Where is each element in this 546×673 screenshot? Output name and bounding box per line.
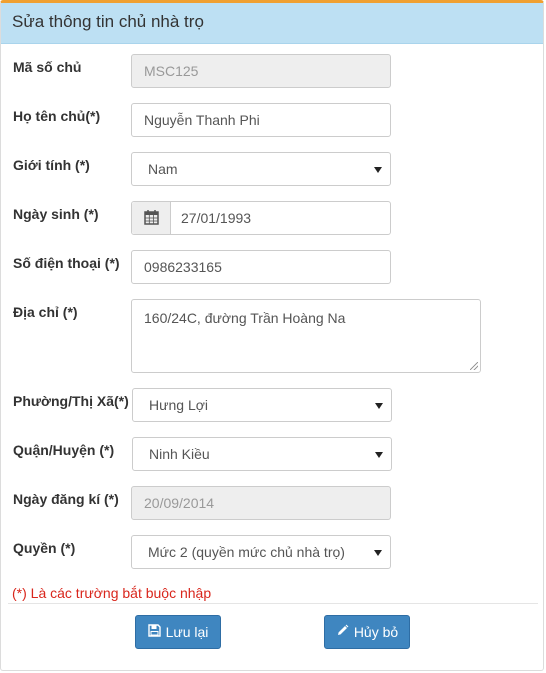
phone-field[interactable]: 0986233165 (131, 250, 391, 284)
chevron-down-icon (375, 452, 383, 458)
gender-label: Giới tính (*) (13, 157, 90, 173)
role-label: Quyền (*) (13, 540, 76, 556)
birth-date-value: 27/01/1993 (181, 210, 252, 226)
district-value: Ninh Kiều (149, 446, 210, 462)
role-value: Mức 2 (quyền mức chủ nhà trọ) (148, 544, 345, 560)
floppy-disk-icon (147, 624, 161, 640)
ward-label: Phường/Thị Xã(*) (13, 393, 129, 409)
resize-handle-icon[interactable] (470, 362, 478, 370)
register-date-value: 20/09/2014 (144, 495, 215, 511)
cancel-button[interactable]: Hủy bỏ (324, 615, 410, 649)
footer-divider (8, 603, 538, 604)
ward-value: Hưng Lợi (149, 397, 209, 413)
birth-date-field[interactable]: 27/01/1993 (131, 201, 391, 235)
required-fields-note: (*) Là các trường bắt buộc nhập (12, 585, 212, 601)
role-select[interactable]: Mức 2 (quyền mức chủ nhà trọ) (131, 535, 391, 569)
calendar-icon[interactable] (132, 202, 171, 234)
register-date-field: 20/09/2014 (131, 486, 391, 520)
full-name-value: Nguyễn Thanh Phi (144, 112, 260, 128)
district-label: Quận/Huyện (*) (13, 442, 115, 458)
save-button[interactable]: Lưu lại (135, 615, 221, 649)
panel-heading: Sửa thông tin chủ nhà trọ (1, 3, 543, 44)
full-name-label: Họ tên chủ(*) (13, 108, 101, 124)
phone-label: Số điện thoại (*) (13, 255, 120, 271)
birth-date-label: Ngày sinh (*) (13, 206, 99, 222)
owner-id-value: MSC125 (144, 63, 199, 79)
gender-value: Nam (148, 161, 178, 177)
owner-id-field: MSC125 (131, 54, 391, 88)
address-textarea[interactable]: 160/24C, đường Trần Hoàng Na (131, 299, 481, 373)
owner-id-label: Mã số chủ (13, 59, 82, 75)
cancel-button-label: Hủy bỏ (353, 624, 399, 640)
page-title: Sửa thông tin chủ nhà trọ (12, 12, 204, 31)
phone-value: 0986233165 (144, 259, 222, 275)
ward-select[interactable]: Hưng Lợi (132, 388, 392, 422)
district-select[interactable]: Ninh Kiều (132, 437, 392, 471)
address-value: 160/24C, đường Trần Hoàng Na (144, 310, 346, 326)
register-date-label: Ngày đăng kí (*) (13, 491, 119, 507)
address-label: Địa chỉ (*) (13, 304, 78, 320)
save-button-label: Lưu lại (165, 624, 209, 640)
chevron-down-icon (374, 550, 382, 556)
full-name-field[interactable]: Nguyễn Thanh Phi (131, 103, 391, 137)
chevron-down-icon (374, 167, 382, 173)
pencil-icon (336, 624, 349, 640)
chevron-down-icon (375, 403, 383, 409)
gender-select[interactable]: Nam (131, 152, 391, 186)
